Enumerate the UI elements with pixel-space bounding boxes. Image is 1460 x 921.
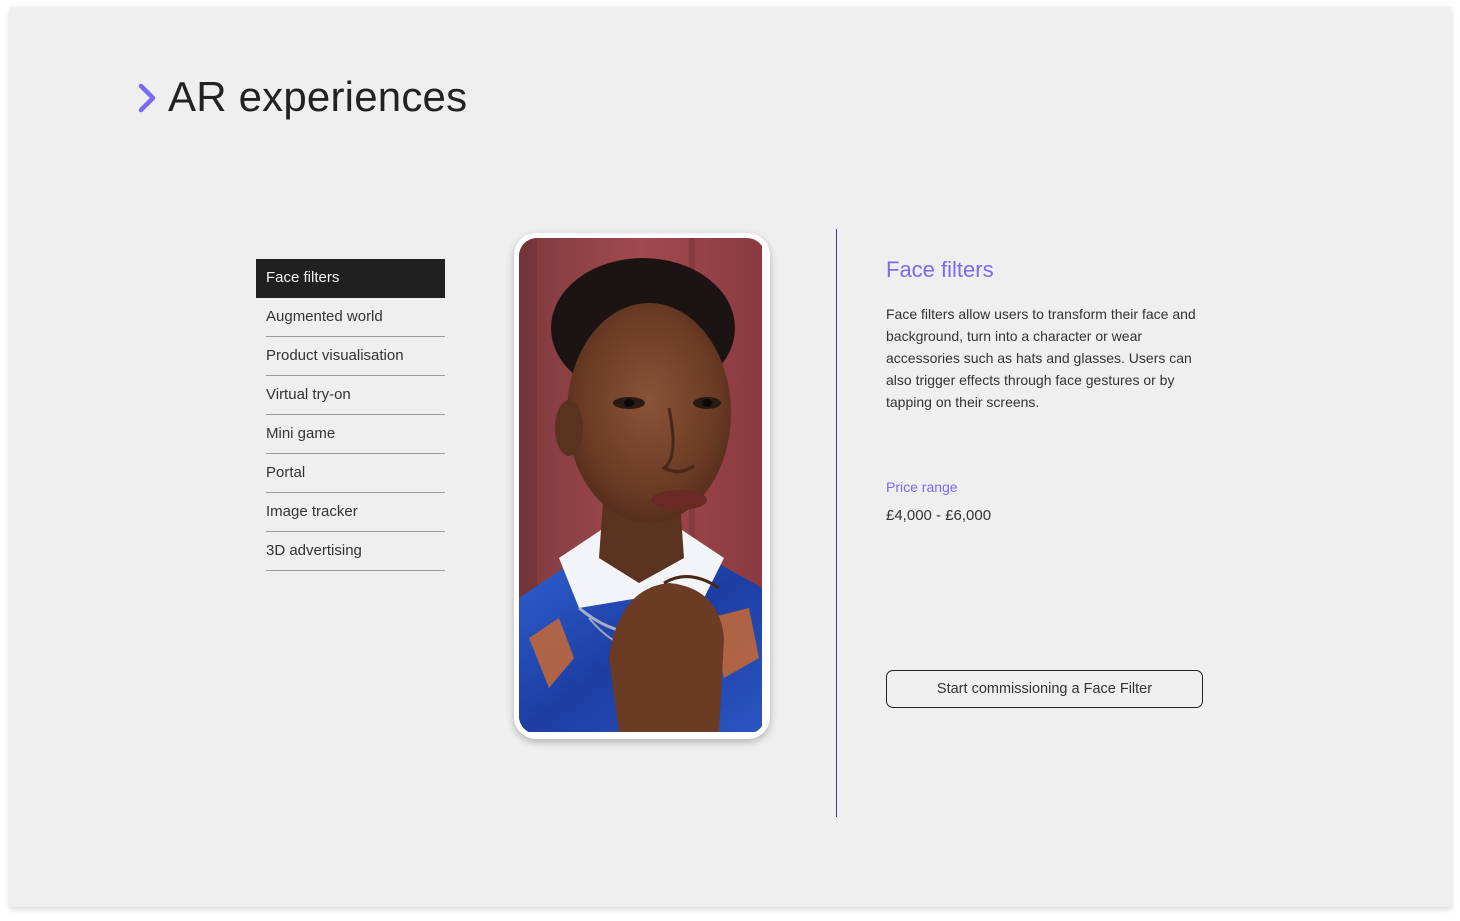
page-title: AR experiences [168, 73, 468, 120]
menu-item-3d-advertising[interactable]: 3D advertising [266, 532, 445, 571]
menu-item-portal[interactable]: Portal [266, 454, 445, 493]
price-range-label: Price range [886, 479, 958, 495]
portrait-illustration [519, 238, 762, 732]
menu-item-face-filters[interactable]: Face filters [256, 259, 445, 298]
detail-description: Face filters allow users to transform th… [886, 306, 1196, 410]
price-range-value: £4,000 - £6,000 [886, 507, 992, 524]
menu-item-virtual-try-on[interactable]: Virtual try-on [266, 376, 445, 415]
page-header: AR experiences [136, 73, 467, 121]
menu-item-augmented-world[interactable]: Augmented world [266, 298, 445, 337]
experience-type-menu: Face filters Augmented world Product vis… [256, 259, 445, 571]
detail-title: Face filters [886, 257, 994, 282]
portrait-photo [519, 238, 765, 734]
menu-item-product-visualisation[interactable]: Product visualisation [266, 337, 445, 376]
detail-panel: Face filters Face filters allow users to… [886, 257, 1206, 413]
menu-item-mini-game[interactable]: Mini game [266, 415, 445, 454]
page-container: AR experiences Face filters Augmented wo… [10, 7, 1451, 907]
vertical-divider [836, 229, 837, 817]
chevron-right-icon [138, 83, 156, 113]
phone-preview [514, 233, 770, 739]
start-commissioning-button[interactable]: Start commissioning a Face Filter [886, 670, 1203, 708]
menu-item-image-tracker[interactable]: Image tracker [266, 493, 445, 532]
